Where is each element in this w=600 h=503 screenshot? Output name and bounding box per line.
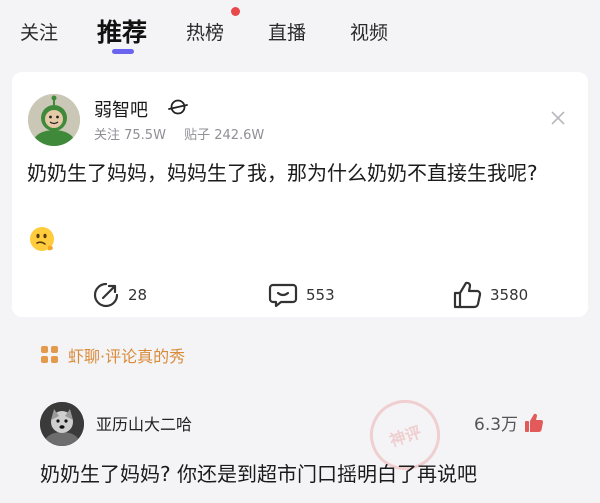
tab-recommend[interactable]: 推荐 [97, 13, 147, 49]
comment-like-count: 6.3万 [474, 415, 519, 435]
forum-avatar[interactable] [28, 94, 80, 146]
grid-icon [41, 346, 58, 363]
comment-avatar[interactable] [40, 402, 84, 446]
comment-username[interactable]: 亚历山大二哈 [96, 411, 192, 435]
tab-live[interactable]: 直播 [268, 18, 306, 45]
top-tab-bar: 关注 推荐 热榜 直播 视频 [0, 0, 600, 62]
active-tab-indicator [112, 49, 134, 54]
followers-count: 关注 75.5W [94, 128, 166, 143]
tab-video[interactable]: 视频 [350, 18, 388, 45]
tab-follow[interactable]: 关注 [20, 18, 58, 45]
post-card[interactable]: 弱智吧 关注 75.5W 贴子 242.6W 奶奶生了妈妈，妈妈生了我，那为什么… [12, 72, 588, 317]
posts-count: 贴子 242.6W [184, 128, 265, 143]
like-count: 3580 [490, 286, 529, 304]
forum-name[interactable]: 弱智吧 [94, 96, 148, 122]
comment-section-title: 虾聊·评论真的秀 [40, 343, 185, 367]
forum-stats: 关注 75.5W 贴子 242.6W [94, 124, 278, 143]
like-button[interactable]: 3580 [452, 280, 528, 310]
thinking-face-icon [30, 227, 54, 251]
section-title-text: 虾聊·评论真的秀 [68, 347, 186, 366]
share-icon [93, 282, 119, 308]
comment-text[interactable]: 奶奶生了妈妈? 你还是到超市门口摇明白了再说吧 [40, 458, 477, 487]
thumbs-up-filled-icon [525, 413, 544, 432]
notification-dot [231, 7, 240, 16]
comment-button[interactable]: 553 [268, 280, 335, 310]
share-button[interactable]: 28 [92, 280, 147, 310]
tab-hot-list[interactable]: 热榜 [186, 18, 224, 45]
post-text[interactable]: 奶奶生了妈妈，妈妈生了我，那为什么奶奶不直接生我呢? [27, 156, 567, 190]
planet-icon [168, 99, 188, 115]
share-count: 28 [128, 286, 148, 304]
comment-like-button[interactable]: 6.3万 [474, 410, 544, 435]
comment-count: 553 [306, 286, 335, 304]
comment-icon [268, 283, 298, 308]
thumbs-up-icon [453, 281, 482, 309]
close-icon[interactable] [548, 108, 568, 128]
